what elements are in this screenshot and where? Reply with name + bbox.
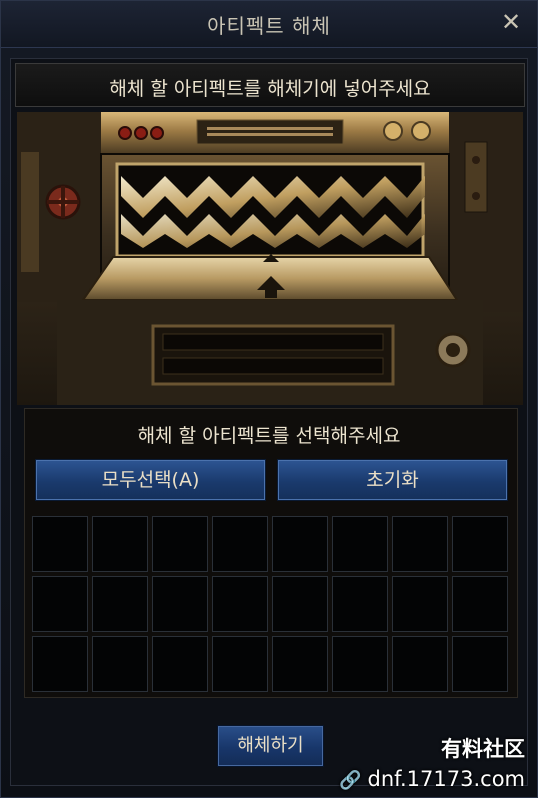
artifact-slot[interactable] <box>92 576 148 632</box>
artifact-slot[interactable] <box>452 576 508 632</box>
artifact-slot[interactable] <box>212 576 268 632</box>
artifact-slot[interactable] <box>152 576 208 632</box>
artifact-slot[interactable] <box>272 576 328 632</box>
artifact-slot[interactable] <box>212 516 268 572</box>
disassembler-machine[interactable] <box>17 112 523 405</box>
artifact-slot[interactable] <box>392 636 448 692</box>
machine-instruction-bar: 해체 할 아티펙트를 해체기에 넣어주세요 <box>15 63 525 107</box>
title-bar[interactable]: 아티펙트 해체 ✕ <box>1 1 537 48</box>
reset-button[interactable]: 초기화 <box>277 459 508 501</box>
artifact-slot[interactable] <box>32 516 88 572</box>
watermark: 有料社区 🔗 dnf.17173.com <box>339 733 525 791</box>
artifact-slot[interactable] <box>392 576 448 632</box>
disassembler-machine-art <box>17 112 523 405</box>
link-icon: 🔗 <box>339 770 362 791</box>
artifact-slot[interactable] <box>272 516 328 572</box>
artifact-slot[interactable] <box>332 636 388 692</box>
window-title: 아티펙트 해체 <box>207 14 331 38</box>
watermark-site-name: 有料社区 <box>441 737 525 761</box>
artifact-slot[interactable] <box>152 516 208 572</box>
artifact-disassemble-window: 아티펙트 해체 ✕ 해체 할 아티펙트를 해체기에 넣어주세요 해체 할 아티펙… <box>0 0 538 798</box>
artifact-slot[interactable] <box>272 636 328 692</box>
artifact-slot[interactable] <box>392 516 448 572</box>
artifact-slot[interactable] <box>92 516 148 572</box>
machine-instruction-text: 해체 할 아티펙트를 해체기에 넣어주세요 <box>109 78 431 100</box>
select-all-button[interactable]: 모두선택(A) <box>35 459 266 501</box>
artifact-slot[interactable] <box>332 576 388 632</box>
artifact-slot-grid <box>32 516 510 694</box>
disassemble-button[interactable]: 해체하기 <box>217 725 324 767</box>
artifact-slot[interactable] <box>332 516 388 572</box>
artifact-slot[interactable] <box>152 636 208 692</box>
artifact-slot[interactable] <box>212 636 268 692</box>
watermark-url: dnf.17173.com <box>367 767 525 791</box>
close-icon[interactable]: ✕ <box>499 10 523 34</box>
artifact-slot[interactable] <box>452 516 508 572</box>
artifact-slot[interactable] <box>32 636 88 692</box>
selection-instruction-text: 해체 할 아티펙트를 선택해주세요 <box>137 425 401 447</box>
artifact-slot[interactable] <box>32 576 88 632</box>
artifact-slot[interactable] <box>92 636 148 692</box>
watermark-url-line: 🔗 dnf.17173.com <box>339 767 525 791</box>
artifact-slot[interactable] <box>452 636 508 692</box>
